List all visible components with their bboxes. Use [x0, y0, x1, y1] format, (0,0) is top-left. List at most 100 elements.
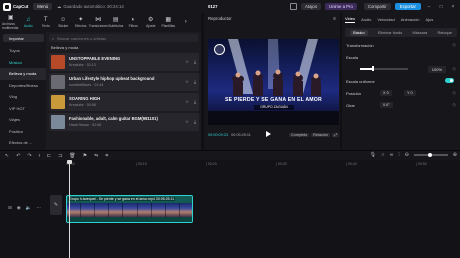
sidebar-item[interactable]: Positivo — [0, 126, 46, 138]
uniform-scale-toggle[interactable] — [445, 78, 454, 83]
play-icon[interactable] — [266, 131, 271, 137]
select-tool-icon[interactable]: ↖ — [5, 153, 9, 159]
rotate-field[interactable]: 0.0° — [380, 102, 393, 108]
properties-subtab[interactable]: Básico — [350, 29, 368, 36]
split-icon[interactable]: ⟊ — [39, 153, 40, 159]
toolbar-text-button[interactable]: T Texto — [37, 13, 55, 32]
video-clip[interactable]: Grupo h-tarequet - Se pierde y se gana e… — [66, 195, 193, 223]
mic-icon[interactable]: 🎙 — [370, 152, 376, 158]
scale-slider-knob[interactable] — [372, 66, 374, 71]
properties-tab[interactable]: Ajus — [425, 17, 433, 22]
download-icon[interactable]: ⤓ — [194, 79, 196, 85]
music-track[interactable]: UNSTOPPABLE EVENING Kreatube · 02:13 ☆ ⤓ — [49, 53, 199, 71]
toolbar-filters-button[interactable]: ◐ Filtros — [125, 13, 143, 32]
marker-icon[interactable]: ⚑ — [83, 153, 87, 159]
favorite-star-icon[interactable]: ☆ — [185, 119, 189, 125]
mirror-icon[interactable]: ⇋ — [94, 153, 98, 159]
rotate-keyframe-icon[interactable]: ◇ — [453, 102, 456, 108]
properties-tab[interactable]: Audio — [361, 17, 371, 22]
player-controls: 00:00:09:23 00:05:25:11 Completo Relació… — [208, 130, 339, 140]
delete-icon[interactable]: 🗑 — [69, 153, 75, 159]
keyframe-icon[interactable]: ◇ — [453, 66, 456, 72]
redo-icon[interactable]: ↷ — [27, 153, 31, 159]
sidebar-item[interactable]: Belleza y moda — [0, 68, 46, 80]
track-hide-icon[interactable]: ◉ — [17, 205, 21, 211]
zoom-out-icon[interactable]: ⊖ — [405, 152, 409, 158]
video-subcaption: GRUPO ZAGUÁN — [254, 105, 294, 110]
sidebar-item[interactable]: Efectos de ... — [0, 137, 46, 149]
menu-button[interactable]: Menú — [33, 3, 53, 10]
zoom-knob[interactable] — [427, 152, 432, 157]
share-button[interactable]: Compartir — [363, 3, 391, 10]
download-icon[interactable]: ⤓ — [194, 59, 196, 65]
properties-subtab[interactable]: Retoque — [437, 31, 451, 35]
track-mute-icon[interactable]: 🔈 — [26, 205, 32, 211]
split-left-icon[interactable]: ⊏ — [47, 153, 51, 159]
sidebar-item[interactable]: VIP HOT — [0, 103, 46, 115]
video-preview[interactable]: SE PIERDE Y SE GANA EN EL AMOR GRUPO ZAG… — [208, 39, 339, 125]
more-menu-icon[interactable]: ≡ — [333, 16, 336, 22]
download-icon[interactable]: ⤓ — [194, 119, 196, 125]
scale-value[interactable]: 100% — [427, 65, 446, 73]
sidebar-item[interactable]: Tuyos — [0, 45, 46, 57]
crop-icon[interactable]: ⌗ — [105, 153, 108, 159]
import-button[interactable]: Importar — [3, 34, 44, 42]
magnet-icon[interactable]: ∩ — [381, 152, 385, 158]
track-cover — [51, 75, 65, 89]
sidebar-item[interactable]: Vlog — [0, 91, 46, 103]
music-track[interactable]: Fashionable, adult, calm guitar BGM(9811… — [49, 113, 199, 131]
scale-slider[interactable] — [360, 66, 408, 71]
track-lock-icon[interactable]: ⊟ — [8, 205, 12, 211]
quality-button[interactable]: Completo — [288, 133, 310, 137]
undo-icon[interactable]: ↶ — [16, 153, 20, 159]
aspect-ratio-button[interactable]: Relación — [311, 133, 330, 137]
toolbar-sticker-button[interactable]: ☺ Sticker — [55, 13, 73, 32]
music-track[interactable]: Urban Lifestyle hiphop upbeat background… — [49, 73, 199, 91]
playhead[interactable] — [67, 160, 72, 258]
link-icon[interactable]: ∞ — [390, 152, 394, 158]
preview-axis-icon[interactable]: ⫶ — [398, 152, 399, 158]
toolbar-adjust-button[interactable]: ⚙ Ajuste — [142, 13, 160, 32]
split-right-icon[interactable]: ⊐ — [58, 153, 62, 159]
toolbar-more-button[interactable]: › — [177, 13, 195, 32]
properties-subtab[interactable]: Máscara — [413, 31, 428, 35]
sidebar-item[interactable]: Viajes — [0, 114, 46, 126]
toolbar-subtitles-button[interactable]: ▤ Subtítulos — [107, 13, 125, 32]
toolbar-media-button[interactable]: ▣ Archivos multimedia — [2, 13, 20, 32]
maximize-icon[interactable]: □ — [437, 4, 445, 10]
favorite-star-icon[interactable]: ☆ — [185, 59, 189, 65]
join-pro-button[interactable]: Unirse a Pro — [324, 3, 357, 10]
sidebar-item[interactable]: Música — [0, 57, 46, 69]
position-y-field[interactable]: Y 0 — [404, 90, 416, 96]
music-search[interactable]: ⌕ Buscar canciones o artistas — [49, 34, 198, 42]
project-title[interactable]: 0127 — [208, 4, 218, 9]
position-keyframe-icon[interactable]: ◇ — [453, 90, 456, 96]
properties-subtab[interactable]: Eliminar fondo — [378, 31, 402, 35]
toolbar-effects-button[interactable]: ✦ Efectos — [72, 13, 90, 32]
track-more-icon[interactable]: ⋯ — [36, 205, 41, 211]
download-icon[interactable]: ⤓ — [194, 99, 196, 105]
track-meta: sumitvelBlues · 01:44 — [69, 83, 104, 87]
layout-icon[interactable] — [290, 3, 298, 10]
export-button[interactable]: Exportar — [394, 3, 421, 10]
track-cover — [51, 95, 65, 109]
sidebar-item[interactable]: Deportes/fitness — [0, 80, 46, 92]
music-track[interactable]: SOARING HIGH Kreatube · 00:58 ☆ ⤓ — [49, 93, 199, 111]
toolbar-music-note-button[interactable]: ♫ Audio — [20, 13, 38, 32]
properties-tab[interactable]: Animación — [401, 17, 420, 22]
favorite-star-icon[interactable]: ☆ — [185, 79, 189, 85]
shortcuts-button[interactable]: Atajos — [301, 3, 321, 10]
toolbar-templates-button[interactable]: ▦ Plantillas — [160, 13, 178, 32]
zoom-slider[interactable] — [413, 152, 448, 157]
close-icon[interactable]: × — [449, 4, 457, 10]
toolbar-transitions-button[interactable]: ⋈ Transiciones — [89, 13, 108, 32]
fullscreen-icon[interactable]: ⤢ — [331, 133, 339, 137]
zoom-in-icon[interactable]: ⊕ — [453, 152, 457, 158]
position-x-field[interactable]: X 0 — [380, 90, 392, 96]
minimize-icon[interactable]: – — [425, 4, 433, 10]
cover-button[interactable]: ✎ — [50, 195, 62, 215]
properties-tab[interactable]: Video — [345, 16, 356, 23]
properties-tab[interactable]: Velocidad — [377, 17, 394, 22]
favorite-star-icon[interactable]: ☆ — [185, 99, 189, 105]
diamond-icon[interactable]: ◇ — [453, 42, 456, 48]
